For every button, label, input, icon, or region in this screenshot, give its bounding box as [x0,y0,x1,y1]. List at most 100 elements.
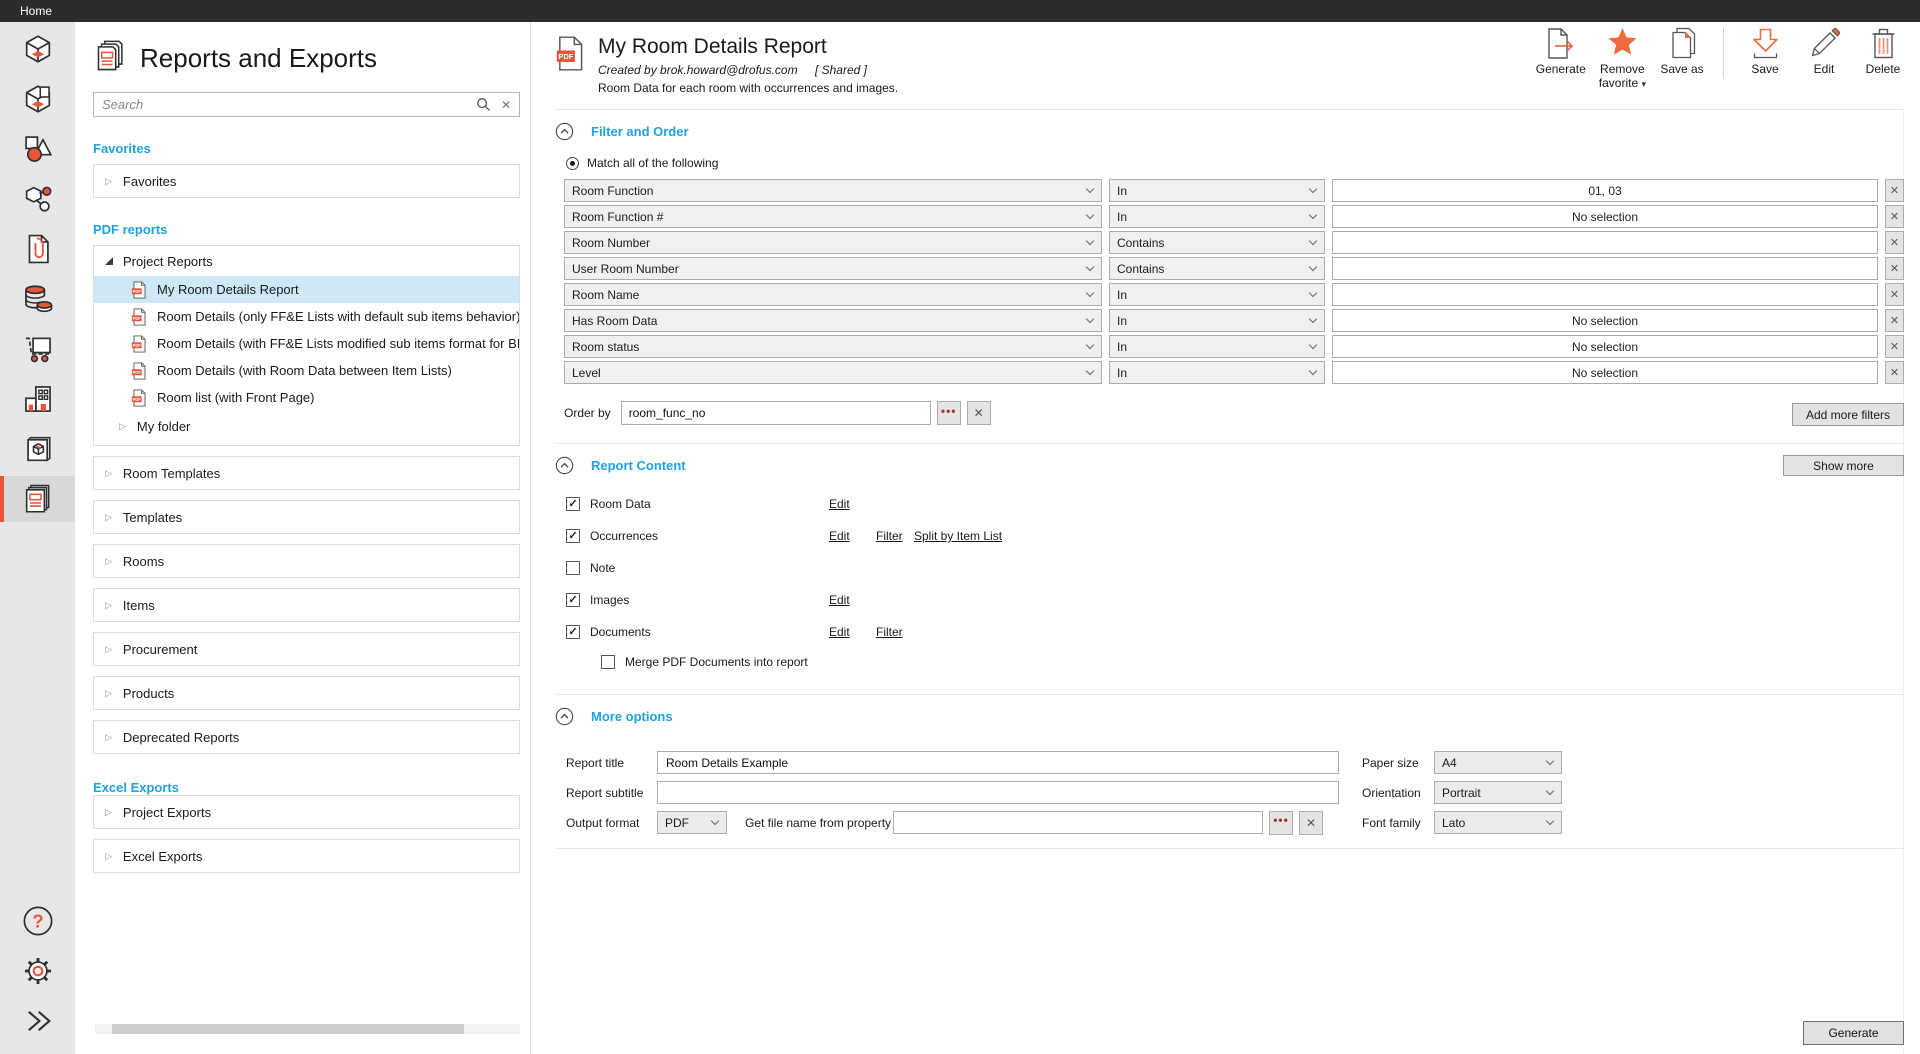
checkbox-occurrences[interactable]: ✓ [566,529,580,543]
filter-clear-button[interactable]: ✕ [1885,231,1904,254]
tree-horizontal-scrollbar[interactable] [95,1024,520,1034]
filter-field-dropdown[interactable]: Room Function [564,179,1102,202]
filter-operator-dropdown[interactable]: In [1109,205,1325,228]
show-more-button[interactable]: Show more [1783,455,1904,476]
rail-item-reports[interactable] [0,476,75,522]
checkbox-merge-pdf-documents[interactable] [601,655,615,669]
filter-field-dropdown[interactable]: User Room Number [564,257,1102,280]
filename-browse-button[interactable]: ••• [1269,811,1293,835]
collapse-section-icon[interactable] [555,122,574,141]
toolbar-edit-button[interactable]: Edit [1801,26,1847,76]
add-more-filters-button[interactable]: Add more filters [1792,403,1904,426]
filter-value-field[interactable]: No selection [1332,205,1878,228]
toolbar-generate-button[interactable]: Generate [1536,26,1586,76]
filter-clear-button[interactable]: ✕ [1885,257,1904,280]
rail-item-shapes[interactable] [0,126,75,172]
filter-field-dropdown[interactable]: Room Number [564,231,1102,254]
collapse-section-icon[interactable] [555,456,574,475]
tree-report-room-details-only-ff-e-lists-with-default-sub-items-behavior[interactable]: PDFRoom Details (only FF&E Lists with de… [94,303,519,330]
rail-item-help[interactable]: ? [0,898,75,944]
toolbar-save-button[interactable]: Save [1742,26,1788,76]
toolbar-remove-favorite-button[interactable]: Removefavorite ▾ [1599,26,1646,91]
rail-item-room-data[interactable] [0,76,75,122]
filter-field-dropdown[interactable]: Level [564,361,1102,384]
tree-group-favorites[interactable]: ▷ Favorites [94,165,519,197]
filename-property-input[interactable] [893,811,1263,834]
scrollbar-thumb[interactable] [112,1024,464,1034]
filter-operator-dropdown[interactable]: Contains [1109,257,1325,280]
rail-item-buildings[interactable] [0,376,75,422]
toolbar-delete-button[interactable]: Delete [1860,26,1906,76]
link-edit[interactable]: Edit [829,593,850,607]
filename-clear-button[interactable]: ✕ [1299,811,1323,835]
filter-field-dropdown[interactable]: Room status [564,335,1102,358]
checkbox-note[interactable] [566,561,580,575]
search-icon[interactable] [476,97,491,112]
tree-group-room-templates[interactable]: ▷Room Templates [94,457,519,489]
filter-operator-dropdown[interactable]: Contains [1109,231,1325,254]
tree-report-my-room-details-report[interactable]: PDFMy Room Details Report [94,276,519,303]
filter-operator-dropdown[interactable]: In [1109,179,1325,202]
checkbox-images[interactable]: ✓ [566,593,580,607]
filter-operator-dropdown[interactable]: In [1109,309,1325,332]
filter-value-field[interactable]: No selection [1332,309,1878,332]
filter-clear-button[interactable]: ✕ [1885,283,1904,306]
rail-item-products[interactable] [0,426,75,472]
paper-size-dropdown[interactable]: A4 [1434,751,1562,774]
filter-value-field[interactable] [1332,283,1878,306]
filter-field-dropdown[interactable]: Room Name [564,283,1102,306]
rail-item-procurement[interactable] [0,326,75,372]
filter-operator-dropdown[interactable]: In [1109,283,1325,306]
tree-group-items[interactable]: ▷Items [94,589,519,621]
filter-clear-button[interactable]: ✕ [1885,335,1904,358]
checkbox-room-data[interactable]: ✓ [566,497,580,511]
report-subtitle-input[interactable] [657,781,1339,804]
tree-group-products[interactable]: ▷Products [94,677,519,709]
filter-operator-dropdown[interactable]: In [1109,361,1325,384]
filter-clear-button[interactable]: ✕ [1885,361,1904,384]
link-edit[interactable]: Edit [829,497,850,511]
tree-group-deprecated-reports[interactable]: ▷Deprecated Reports [94,721,519,753]
link-filter[interactable]: Filter [876,529,903,543]
tree-report-room-details-with-room-data-between-item-lists[interactable]: PDFRoom Details (with Room Data between … [94,357,519,384]
filter-value-field[interactable] [1332,231,1878,254]
toolbar-save-as-button[interactable]: Save as [1659,26,1705,76]
match-all-radio[interactable] [566,157,579,170]
order-by-clear-button[interactable]: ✕ [967,401,991,425]
orientation-dropdown[interactable]: Portrait [1434,781,1562,804]
link-edit[interactable]: Edit [829,529,850,543]
report-title-input[interactable] [657,751,1339,774]
home-tab[interactable]: Home [20,4,52,18]
order-by-browse-button[interactable]: ••• [937,401,961,425]
tree-group-project-reports[interactable]: Project Reports [94,246,519,276]
link-split-by-item-list[interactable]: Split by Item List [914,529,1002,543]
rail-item-finance[interactable] [0,276,75,322]
rail-item-rooms[interactable] [0,26,75,72]
tree-report-room-details-with-ff-e-lists-modified-sub-items-format-for-bim-id[interactable]: PDFRoom Details (with FF&E Lists modifie… [94,330,519,357]
collapse-section-icon[interactable] [555,707,574,726]
tree-group-project-exports[interactable]: ▷Project Exports [94,796,519,828]
rail-item-systems[interactable] [0,176,75,222]
filter-clear-button[interactable]: ✕ [1885,309,1904,332]
checkbox-documents[interactable]: ✓ [566,625,580,639]
tree-group-my-folder[interactable]: ▷ My folder [94,411,519,441]
tree-report-room-list-with-front-page[interactable]: PDFRoom list (with Front Page) [94,384,519,411]
filter-value-field[interactable]: 01, 03 [1332,179,1878,202]
filter-field-dropdown[interactable]: Has Room Data [564,309,1102,332]
filter-clear-button[interactable]: ✕ [1885,205,1904,228]
font-family-dropdown[interactable]: Lato [1434,811,1562,834]
rail-item-expand[interactable] [0,998,75,1044]
search-clear-icon[interactable]: ✕ [499,98,513,112]
filter-value-field[interactable]: No selection [1332,361,1878,384]
tree-group-procurement[interactable]: ▷Procurement [94,633,519,665]
rail-item-settings[interactable] [0,948,75,994]
tree-group-rooms[interactable]: ▷Rooms [94,545,519,577]
tree-group-excel-exports[interactable]: ▷Excel Exports [94,840,519,872]
filter-value-field[interactable]: No selection [1332,335,1878,358]
rail-item-attachments[interactable] [0,226,75,272]
link-edit[interactable]: Edit [829,625,850,639]
generate-report-button[interactable]: Generate [1803,1021,1904,1045]
order-by-input[interactable] [621,401,931,425]
filter-clear-button[interactable]: ✕ [1885,179,1904,202]
link-filter[interactable]: Filter [876,625,903,639]
